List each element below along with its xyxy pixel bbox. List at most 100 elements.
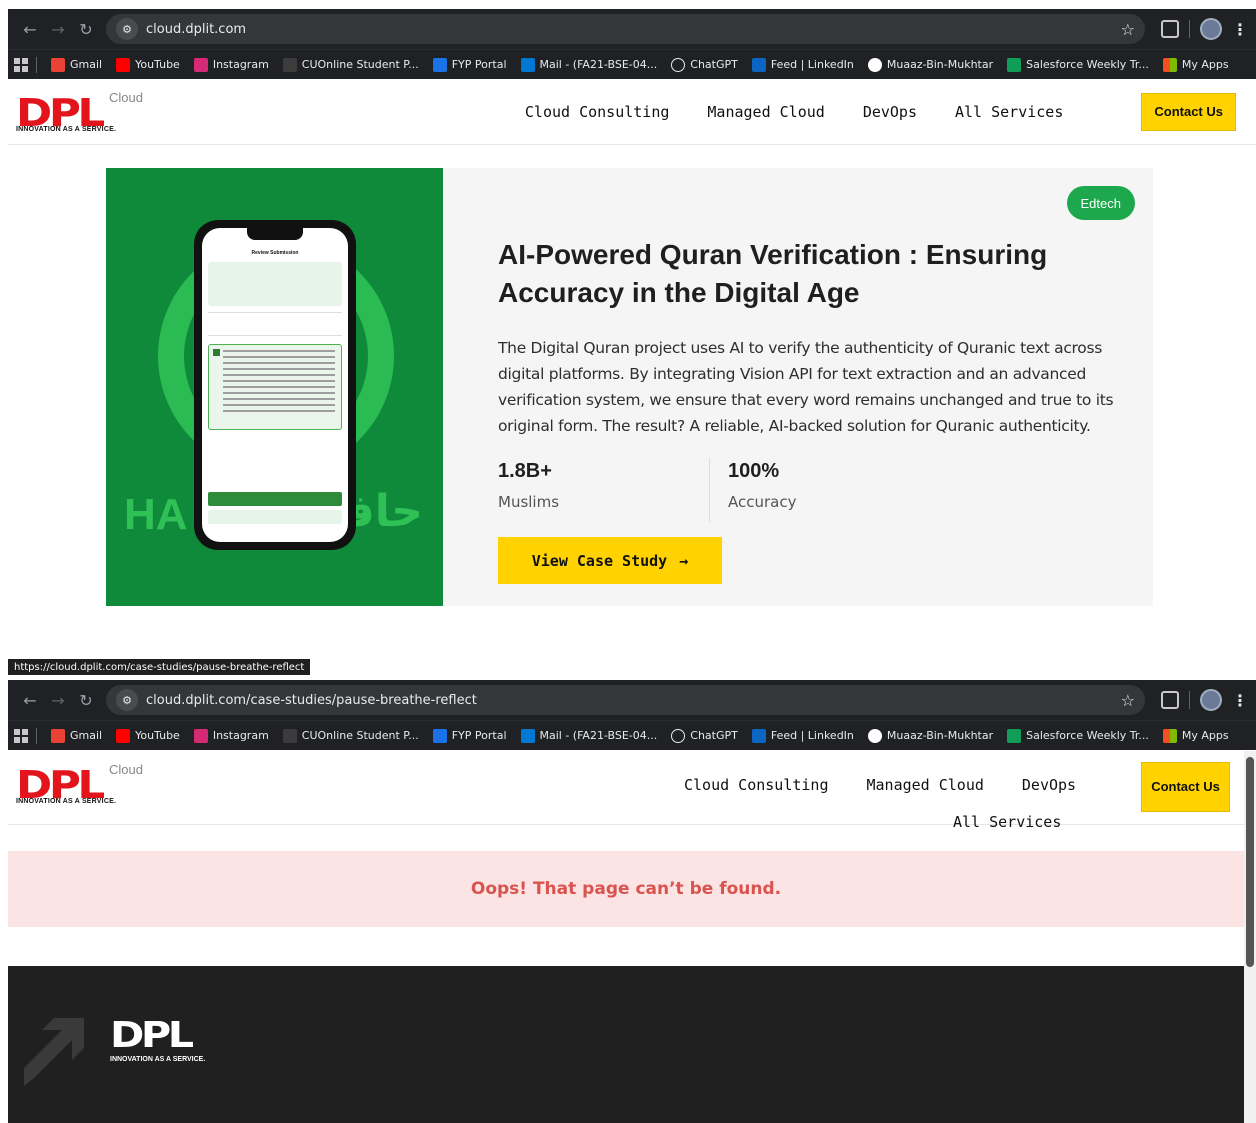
status-bar-url: https://cloud.dplit.com/case-studies/pau… xyxy=(8,659,311,675)
bookmark-label: Instagram xyxy=(212,58,269,71)
bookmark-mail[interactable]: Mail - (FA21-BSE-04... xyxy=(520,57,658,72)
dpl-logo[interactable]: DPL Cloud INNOVATION AS A SERVICE. xyxy=(14,760,154,808)
fyp-portal-icon xyxy=(432,728,447,743)
bookmark-label: My Apps xyxy=(1181,729,1229,742)
bookmarks-divider xyxy=(36,727,37,744)
menu-icon[interactable]: ⋮ xyxy=(1232,20,1248,39)
bookmarks-bar: Gmail YouTube Instagram CUOnline Student… xyxy=(8,49,1256,79)
bookmark-github[interactable]: Muaaz-Bin-Mukhtar xyxy=(867,728,993,743)
nav-devops[interactable]: DevOps xyxy=(863,103,917,121)
cuonline-icon xyxy=(282,57,297,72)
back-icon[interactable]: ← xyxy=(16,686,44,714)
nav-all-services[interactable]: All Services xyxy=(955,103,1063,121)
bookmark-star-icon[interactable]: ☆ xyxy=(1121,691,1135,710)
bookmark-fyp-portal[interactable]: FYP Portal xyxy=(432,57,507,72)
cuonline-icon xyxy=(282,728,297,743)
back-icon[interactable]: ← xyxy=(16,15,44,43)
bookmark-star-icon[interactable]: ☆ xyxy=(1121,20,1135,39)
nav-managed-cloud[interactable]: Managed Cloud xyxy=(707,103,824,121)
outlook-icon xyxy=(520,728,535,743)
address-url[interactable]: cloud.dplit.com/case-studies/pause-breat… xyxy=(146,693,477,708)
site-settings-icon[interactable]: ⚙ xyxy=(116,689,138,711)
reload-icon[interactable]: ↻ xyxy=(72,15,100,43)
bookmark-instagram[interactable]: Instagram xyxy=(193,57,269,72)
logo-tagline: INNOVATION AS A SERVICE. xyxy=(16,125,117,133)
footer-logo-mark: DPL xyxy=(110,1015,194,1056)
gmail-icon xyxy=(51,57,65,72)
phone-confirmation-box xyxy=(208,344,342,430)
phone-submit-button xyxy=(208,492,342,506)
linkedin-icon xyxy=(751,57,766,72)
forward-icon[interactable]: → xyxy=(44,686,72,714)
apps-grid-icon[interactable] xyxy=(14,57,28,72)
bookmark-salesforce[interactable]: Salesforce Weekly Tr... xyxy=(1007,57,1149,72)
bookmark-fyp-portal[interactable]: FYP Portal xyxy=(432,728,507,743)
bookmark-mail[interactable]: Mail - (FA21-BSE-04... xyxy=(520,728,657,743)
view-case-study-button[interactable]: View Case Study → xyxy=(498,537,722,584)
menu-icon[interactable]: ⋮ xyxy=(1232,691,1248,710)
nav-cloud-consulting[interactable]: Cloud Consulting xyxy=(684,776,829,794)
bookmark-label: FYP Portal xyxy=(451,729,507,742)
apps-grid-icon[interactable] xyxy=(14,728,28,743)
phone-back-button xyxy=(208,510,342,524)
bookmark-my-apps[interactable]: My Apps xyxy=(1162,57,1229,72)
extensions-icon[interactable] xyxy=(1161,20,1179,38)
bookmark-chatgpt[interactable]: ChatGPT xyxy=(671,57,738,72)
nav-all-services[interactable]: All Services xyxy=(953,813,1061,831)
scrollbar-thumb[interactable] xyxy=(1246,757,1254,967)
microsoft-icon xyxy=(1162,728,1177,743)
nav-devops[interactable]: DevOps xyxy=(1022,776,1076,794)
chatgpt-icon xyxy=(671,57,686,72)
bookmark-instagram[interactable]: Instagram xyxy=(193,728,269,743)
bookmark-github[interactable]: Muaaz-Bin-Mukhtar xyxy=(867,57,994,72)
browser-toolbar: ← → ↻ ⚙ cloud.dplit.com/case-studies/pau… xyxy=(8,680,1256,720)
bookmark-label: Salesforce Weekly Tr... xyxy=(1026,58,1149,71)
address-url[interactable]: cloud.dplit.com xyxy=(146,22,246,37)
forward-icon[interactable]: → xyxy=(44,15,72,43)
bookmark-salesforce[interactable]: Salesforce Weekly Tr... xyxy=(1007,728,1149,743)
bookmark-youtube[interactable]: YouTube xyxy=(116,728,180,743)
chatgpt-icon xyxy=(671,728,686,743)
gmail-icon xyxy=(51,728,65,743)
youtube-icon xyxy=(116,57,131,72)
bookmark-my-apps[interactable]: My Apps xyxy=(1162,728,1229,743)
site-footer: DPL INNOVATION AS A SERVICE. xyxy=(8,966,1244,1123)
address-bar[interactable]: ⚙ cloud.dplit.com ☆ xyxy=(106,14,1145,44)
outlook-icon xyxy=(520,57,535,72)
nav-cloud-consulting[interactable]: Cloud Consulting xyxy=(525,103,670,121)
category-badge: Edtech xyxy=(1066,186,1135,220)
profile-avatar[interactable] xyxy=(1200,18,1222,40)
bookmark-youtube[interactable]: YouTube xyxy=(116,57,180,72)
extensions-icon[interactable] xyxy=(1161,691,1179,709)
bookmark-label: ChatGPT xyxy=(690,58,738,71)
bookmark-label: YouTube xyxy=(135,729,180,742)
stat-divider xyxy=(709,458,710,522)
microsoft-icon xyxy=(1162,57,1177,72)
bookmark-linkedin[interactable]: Feed | LinkedIn xyxy=(751,57,854,72)
bookmark-label: Muaaz-Bin-Mukhtar xyxy=(886,58,994,71)
bookmark-gmail[interactable]: Gmail xyxy=(51,728,102,743)
stat-value: 100% xyxy=(728,460,780,482)
youtube-icon xyxy=(116,728,131,743)
profile-avatar[interactable] xyxy=(1200,689,1222,711)
contact-us-button[interactable]: Contact Us xyxy=(1141,92,1236,131)
bookmark-label: Mail - (FA21-BSE-04... xyxy=(539,58,658,71)
address-bar[interactable]: ⚙ cloud.dplit.com/case-studies/pause-bre… xyxy=(106,685,1145,715)
bookmark-cuonline[interactable]: CUOnline Student P... xyxy=(282,57,419,72)
bookmark-cuonline[interactable]: CUOnline Student P... xyxy=(282,728,419,743)
bookmark-gmail[interactable]: Gmail xyxy=(51,57,103,72)
page-scrollbar[interactable] xyxy=(1244,751,1256,1123)
bookmark-label: Gmail xyxy=(70,58,103,71)
bookmark-linkedin[interactable]: Feed | LinkedIn xyxy=(751,728,854,743)
phone-screen-title: Review Submission xyxy=(251,250,299,256)
nav-managed-cloud[interactable]: Managed Cloud xyxy=(867,776,984,794)
contact-us-button[interactable]: Contact Us xyxy=(1141,762,1230,812)
dpl-logo[interactable]: DPL Cloud INNOVATION AS A SERVICE. xyxy=(14,88,154,136)
github-icon xyxy=(867,57,882,72)
bookmark-label: CUOnline Student P... xyxy=(301,729,419,742)
footer-logo[interactable]: DPL INNOVATION AS A SERVICE. xyxy=(110,1018,205,1064)
site-header: DPL Cloud INNOVATION AS A SERVICE. Cloud… xyxy=(8,79,1256,145)
reload-icon[interactable]: ↻ xyxy=(72,686,100,714)
site-settings-icon[interactable]: ⚙ xyxy=(116,18,138,40)
bookmark-chatgpt[interactable]: ChatGPT xyxy=(671,728,738,743)
